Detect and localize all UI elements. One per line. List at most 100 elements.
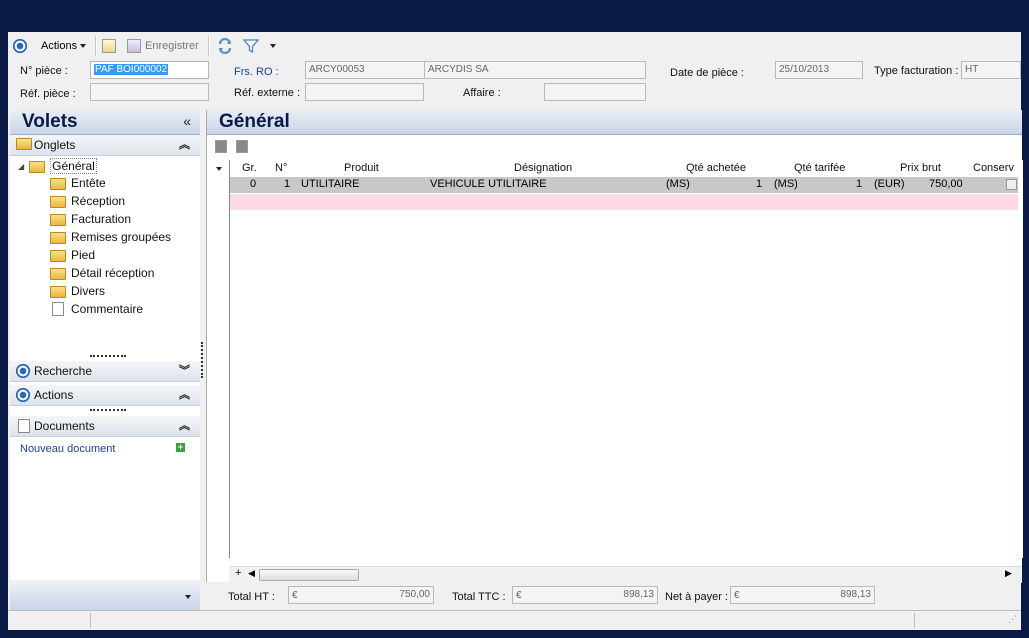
tree-item-commentaire[interactable]: Commentaire xyxy=(52,302,143,316)
document-icon xyxy=(18,419,30,433)
documents-section-header[interactable]: Documents ︽ xyxy=(10,416,200,437)
sidebar-footer xyxy=(10,584,200,610)
column-header[interactable]: Qté achetée xyxy=(686,162,746,174)
chevron-down-icon xyxy=(80,44,87,48)
cell-no: 1 xyxy=(284,178,291,190)
onglets-label: Onglets xyxy=(34,138,76,152)
add-row-icon[interactable]: + xyxy=(235,567,241,579)
column-header[interactable]: Gr. xyxy=(242,162,257,174)
tree-root-label: Général xyxy=(50,158,97,174)
folder-icon xyxy=(50,178,66,190)
frs-code-field[interactable]: ARCY00053 xyxy=(305,61,425,79)
actions-section-header[interactable]: Actions ︽ xyxy=(10,385,200,406)
refresh-button[interactable] xyxy=(217,37,233,55)
tree-item-label: Remises groupées xyxy=(71,230,172,244)
date-field[interactable]: 25/10/2013 xyxy=(775,61,863,79)
tree-item-label: Pied xyxy=(71,248,96,262)
splitter-grip[interactable] xyxy=(90,409,126,413)
cell-qa-unit: (MS) xyxy=(666,178,690,190)
tree-expand-icon[interactable]: ◢ xyxy=(18,162,24,171)
splitter-grip[interactable] xyxy=(90,355,126,359)
expand-down-icon[interactable]: ︾ xyxy=(179,362,190,378)
scroll-left-icon[interactable]: ◀ xyxy=(248,568,255,579)
more-dropdown-button[interactable] xyxy=(267,37,276,55)
new-document-link[interactable]: Nouveau document xyxy=(20,443,115,455)
save-button[interactable]: Enregistrer xyxy=(127,37,199,55)
volets-panel: Volets « Onglets ︽ ◢ Général Entête Réce… xyxy=(10,110,200,580)
tree-item-label: Facturation xyxy=(71,212,132,226)
toolbar: Actions Enregistrer xyxy=(8,32,1021,60)
grid-tool-icon[interactable] xyxy=(236,140,248,153)
column-header[interactable]: N° xyxy=(275,162,287,174)
no-piece-field[interactable]: PAF BOI000002 xyxy=(90,61,209,79)
documents-label: Documents xyxy=(34,419,95,433)
total-ht-field: € 750,00 xyxy=(288,586,434,604)
tree-item-detail-reception[interactable]: Détail réception xyxy=(50,266,154,280)
chevron-down-icon[interactable] xyxy=(185,595,191,599)
cell-qt-unit: (MS) xyxy=(774,178,798,190)
tree-item-facturation[interactable]: Facturation xyxy=(50,212,131,226)
vertical-splitter[interactable] xyxy=(201,342,205,378)
new-row[interactable] xyxy=(230,194,1018,210)
conserv-checkbox[interactable] xyxy=(1006,179,1017,190)
total-ttc-label: Total TTC : xyxy=(452,591,506,603)
collapse-left-icon[interactable]: « xyxy=(183,113,191,129)
actions-label: Actions xyxy=(41,40,78,52)
grid-tool-icon[interactable] xyxy=(215,140,227,153)
actions-radio-icon xyxy=(13,39,27,53)
folder-icon xyxy=(50,214,66,226)
cell-designation: VEHICULE UTILITAIRE xyxy=(430,178,547,190)
cell-gr: 0 xyxy=(250,178,257,190)
onglets-section-header[interactable]: Onglets ︽ xyxy=(10,135,200,156)
resize-grip-icon[interactable]: ⋰ xyxy=(1008,614,1017,625)
tree-item-label: Détail réception xyxy=(71,266,155,280)
new-document-button[interactable] xyxy=(102,37,116,55)
toolbar-separator xyxy=(208,36,210,56)
column-header[interactable]: Prix brut xyxy=(900,162,941,174)
column-header[interactable]: Produit xyxy=(344,162,379,174)
document-icon xyxy=(52,302,64,316)
collapse-up-icon[interactable]: ︽ xyxy=(179,417,190,433)
ref-externe-label: Réf. externe : xyxy=(234,87,301,99)
folder-icon xyxy=(50,232,66,244)
folder-open-icon xyxy=(29,161,46,173)
recherche-label: Recherche xyxy=(34,364,93,378)
chevron-down-icon xyxy=(270,44,276,48)
lines-grid: Gr. N° Produit Désignation Qté achetée Q… xyxy=(229,160,1023,558)
cell-produit: UTILITAIRE xyxy=(301,178,360,190)
add-icon[interactable]: + xyxy=(176,443,185,452)
type-facturation-field[interactable]: HT xyxy=(961,61,1021,79)
tree-item-remises[interactable]: Remises groupées xyxy=(50,230,171,244)
total-ttc-field: € 898,13 xyxy=(512,586,658,604)
tree-item-divers[interactable]: Divers xyxy=(50,284,105,298)
tree-item-entete[interactable]: Entête xyxy=(50,176,106,190)
column-header[interactable]: Désignation xyxy=(514,162,572,174)
column-header[interactable]: Qté tarifée xyxy=(794,162,845,174)
tree-item-general[interactable]: ◢ Général xyxy=(18,158,97,174)
frs-name-field: ARCYDIS SA xyxy=(424,61,646,79)
tree-item-reception[interactable]: Réception xyxy=(50,194,125,208)
cell-qa: 1 xyxy=(756,178,763,190)
status-divider xyxy=(90,613,91,628)
net-field: € 898,13 xyxy=(730,586,875,604)
ref-piece-field[interactable] xyxy=(90,83,209,101)
scroll-right-icon[interactable]: ▶ xyxy=(1005,568,1012,579)
column-header[interactable]: Conserv xyxy=(973,162,1014,174)
ref-externe-field[interactable] xyxy=(305,83,424,101)
collapse-up-icon[interactable]: ︽ xyxy=(179,386,190,402)
column-chooser-icon[interactable] xyxy=(216,167,222,171)
actions-radio-icon xyxy=(16,388,30,402)
volets-header: Volets « xyxy=(10,110,200,135)
horizontal-scrollbar[interactable]: + ◀ ▶ xyxy=(229,566,1022,583)
net-label: Net à payer : xyxy=(665,591,728,603)
filter-button[interactable] xyxy=(243,37,259,55)
recherche-section-header[interactable]: Recherche ︾ xyxy=(10,361,200,382)
scroll-thumb[interactable] xyxy=(259,569,359,581)
affaire-field[interactable] xyxy=(544,83,646,101)
collapse-up-icon[interactable]: ︽ xyxy=(179,136,190,152)
actions-menu-button[interactable]: Actions xyxy=(13,37,87,55)
tree-item-label: Divers xyxy=(71,284,106,298)
tree-item-pied[interactable]: Pied xyxy=(50,248,95,262)
table-row[interactable]: 0 1 UTILITAIRE VEHICULE UTILITAIRE (MS) … xyxy=(230,177,1018,193)
euro-icon: € xyxy=(292,590,298,601)
